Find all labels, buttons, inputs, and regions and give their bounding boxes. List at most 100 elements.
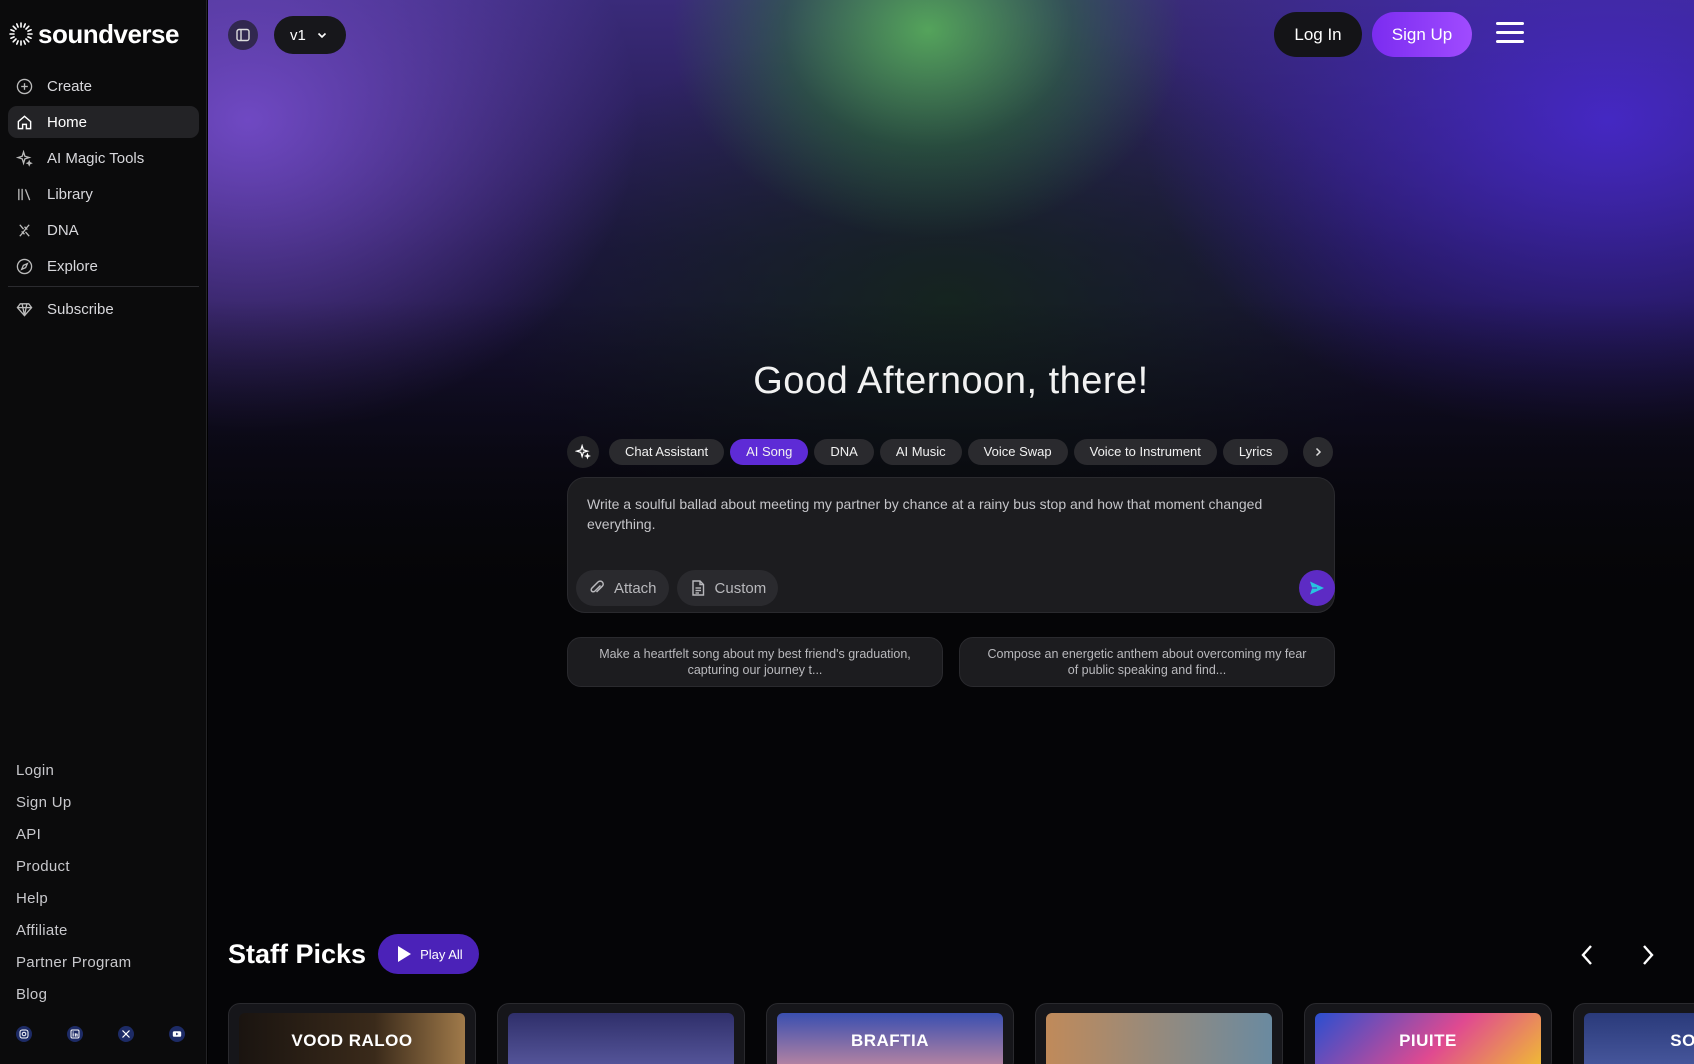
sidebar-item-label: Create — [47, 77, 93, 95]
sparkle-icon — [575, 444, 591, 460]
library-icon — [18, 188, 31, 200]
footer-link-blog[interactable]: Blog — [16, 983, 131, 1015]
brand-logo[interactable]: soundverse — [8, 16, 179, 52]
brand-name: soundverse — [38, 18, 179, 49]
tab-voice-swap[interactable]: Voice Swap — [967, 439, 1068, 465]
sidebar-item-home[interactable]: Home — [8, 106, 199, 138]
sidebar-item-explore[interactable]: Explore — [8, 250, 199, 282]
footer-link-api[interactable]: API — [16, 823, 131, 855]
social-links — [16, 1026, 185, 1042]
sidebar-item-label: Library — [47, 185, 93, 203]
song-card[interactable] — [1035, 1003, 1283, 1064]
hamburger-menu-icon[interactable] — [1496, 22, 1524, 46]
log-in-button[interactable]: Log In — [1274, 12, 1362, 57]
sidebar-item-subscribe[interactable]: Subscribe — [8, 293, 199, 325]
youtube-icon[interactable] — [169, 1026, 185, 1042]
compass-icon — [16, 258, 33, 274]
send-button[interactable] — [1299, 570, 1335, 606]
chevron-left-icon — [1581, 945, 1592, 965]
song-cover-art: VOOD RALOO — [239, 1013, 465, 1064]
linkedin-icon[interactable] — [67, 1026, 83, 1042]
sidebar: soundverse Create Home AI Magic Tools Li… — [0, 0, 207, 1064]
song-cover-art — [508, 1013, 734, 1064]
footer-link-help[interactable]: Help — [16, 887, 131, 919]
cover-title: VOOD RALOO — [291, 1031, 413, 1050]
song-card[interactable] — [497, 1003, 745, 1064]
song-card[interactable]: BRAFTIA — [766, 1003, 1014, 1064]
footer-link-partner-program[interactable]: Partner Program — [16, 951, 131, 983]
mode-tabs: Chat Assistant AI Song DNA AI Music Voice Sw… — [609, 439, 1299, 465]
sidebar-toggle-button[interactable] — [228, 20, 258, 50]
play-icon — [398, 946, 412, 962]
composer-actions: Attach Custom — [576, 570, 779, 606]
custom-button[interactable]: Custom — [676, 570, 779, 606]
sidebar-item-label: Subscribe — [47, 300, 114, 318]
song-card[interactable]: SOITE — [1573, 1003, 1694, 1064]
greeting-title: Good Afternoon, there! — [753, 360, 1149, 402]
main-content: v1 Log In Sign Up Good Afternoon, there!… — [208, 0, 1694, 1064]
song-cover-art — [1046, 1013, 1272, 1064]
tabs-scroll-next-button[interactable] — [1303, 437, 1333, 467]
send-icon — [1310, 581, 1324, 595]
sidebar-nav: Create Home AI Magic Tools Library DNA E… — [8, 70, 199, 329]
home-icon — [17, 114, 32, 129]
sidebar-item-dna[interactable]: DNA — [8, 214, 199, 246]
play-all-label: Play All — [420, 946, 463, 962]
sidebar-item-label: AI Magic Tools — [47, 149, 145, 167]
tab-lyrics[interactable]: Lyrics — [1222, 439, 1289, 465]
chevron-right-icon — [1315, 447, 1322, 457]
sign-up-button[interactable]: Sign Up — [1372, 12, 1472, 57]
footer-link-affiliate[interactable]: Affiliate — [16, 919, 131, 951]
carousel-next-button[interactable] — [1633, 940, 1663, 970]
sidebar-item-ai-magic-tools[interactable]: AI Magic Tools — [8, 142, 199, 174]
tab-ai-music[interactable]: AI Music — [879, 439, 962, 465]
song-card[interactable]: VOOD RALOO — [228, 1003, 476, 1064]
tab-voice-to-instrument[interactable]: Voice to Instrument — [1073, 439, 1217, 465]
sparkle-icon — [16, 149, 33, 167]
footer-link-product[interactable]: Product — [16, 855, 131, 887]
song-cover-art: SOITE — [1584, 1013, 1694, 1064]
plus-circle-icon — [16, 78, 33, 94]
prompt-suggestions: Make a heartfelt song about my best frie… — [567, 637, 1335, 687]
staff-picks-title: Staff Picks — [228, 938, 367, 969]
paperclip-icon — [590, 580, 604, 593]
play-all-button[interactable]: Play All — [378, 934, 479, 974]
top-left-controls: v1 — [228, 16, 346, 54]
tab-ai-song[interactable]: AI Song — [730, 439, 809, 465]
song-card[interactable]: PIUITE — [1304, 1003, 1552, 1064]
attach-button[interactable]: Attach — [576, 570, 669, 606]
prompt-composer: Write a soulful ballad about meeting my … — [567, 477, 1335, 613]
suggestion-chip[interactable]: Make a heartfelt song about my best frie… — [567, 637, 943, 687]
dna-icon — [19, 223, 30, 237]
song-cover-art: BRAFTIA — [777, 1013, 1003, 1064]
mode-tabs-row: Chat Assistant AI Song DNA AI Music Voice Sw… — [567, 436, 1335, 468]
instagram-icon[interactable] — [16, 1026, 32, 1042]
prompt-input[interactable]: Write a soulful ballad about meeting my … — [587, 494, 1317, 534]
magic-sparkle-button[interactable] — [567, 436, 599, 468]
version-select[interactable]: v1 — [274, 16, 346, 54]
sidebar-toggle-icon — [236, 28, 250, 42]
x-icon[interactable] — [118, 1026, 134, 1042]
cover-title: PIUITE — [1399, 1031, 1457, 1050]
suggestion-chip[interactable]: Compose an energetic anthem about overco… — [959, 637, 1335, 687]
tab-dna[interactable]: DNA — [814, 439, 874, 465]
attach-label: Attach — [614, 579, 657, 597]
carousel-prev-button[interactable] — [1572, 940, 1602, 970]
gem-icon — [16, 302, 33, 317]
footer-link-sign-up[interactable]: Sign Up — [16, 791, 131, 823]
staff-picks-header: Staff Picks Play All — [228, 934, 479, 974]
staff-picks-carousel: VOOD RALOO BRAFTIA PIUITE SOITE — [228, 1003, 1694, 1064]
soundverse-logo-icon — [9, 22, 33, 46]
sidebar-item-label: DNA — [47, 221, 79, 239]
custom-label: Custom — [714, 579, 767, 597]
sidebar-item-label: Explore — [47, 257, 98, 275]
tab-chat-assistant[interactable]: Chat Assistant — [609, 439, 725, 465]
version-label: v1 — [290, 26, 306, 44]
sidebar-footer-links: Login Sign Up API Product Help Affiliate… — [16, 759, 131, 1015]
sidebar-divider — [8, 286, 199, 287]
sidebar-item-library[interactable]: Library — [8, 178, 199, 210]
sidebar-item-create[interactable]: Create — [8, 70, 199, 102]
footer-link-login[interactable]: Login — [16, 759, 131, 791]
document-icon — [691, 580, 704, 596]
chevron-down-icon — [317, 32, 326, 39]
